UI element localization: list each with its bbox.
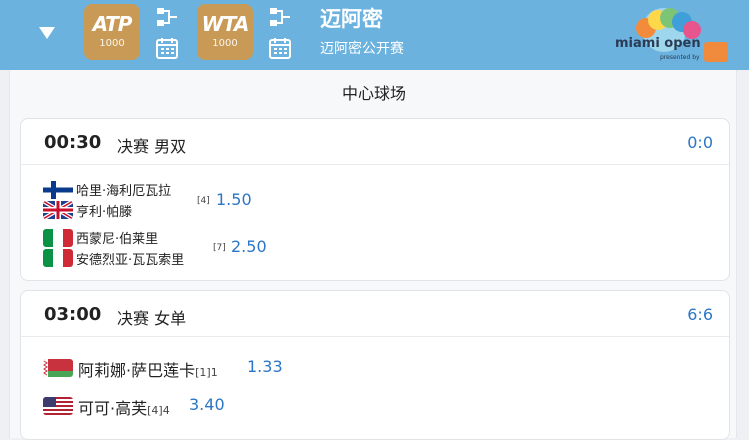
belarus-flag-icon <box>43 359 73 377</box>
odds-value[interactable]: 2.50 <box>231 237 267 256</box>
player-seed: [4] <box>197 196 210 206</box>
atp-1000-badge[interactable]: ATP 1000 <box>84 4 140 60</box>
uk-flag-icon <box>43 201 73 219</box>
top-header: ATP 1000 WTA 1000 迈阿密 迈阿密公开赛 miami open … <box>0 0 749 70</box>
match-score: 0:0 <box>687 133 713 152</box>
wta-1000-badge[interactable]: WTA 1000 <box>197 4 253 60</box>
logo-text: miami open <box>615 36 701 51</box>
match-score: 6:6 <box>687 305 713 324</box>
bracket-icon[interactable] <box>268 6 292 30</box>
chevron-down-icon[interactable] <box>36 22 58 44</box>
court-name: 中心球场 <box>341 84 406 103</box>
odds-value[interactable]: 3.40 <box>189 395 225 414</box>
player-name: 亨利·帕滕 <box>76 205 133 220</box>
match-card[interactable]: 03:00 决赛 女单 6:6 阿莉娜·萨巴莲卡[1]1 1.33 可可·高芙[… <box>20 290 730 440</box>
logo-presented-text: presented by <box>660 54 700 61</box>
player-name: 可可·高芙[4]4 <box>78 395 170 419</box>
match-time: 03:00 <box>44 304 102 325</box>
match-header: 03:00 决赛 女单 6:6 <box>21 291 729 337</box>
player-name-text: 阿莉娜·萨巴莲卡 <box>78 361 196 380</box>
odds-value[interactable]: 1.50 <box>216 190 252 209</box>
player-name: 哈里·海利厄瓦拉 <box>76 184 172 199</box>
italy-flag-icon <box>43 249 73 267</box>
atp-badge-sub: 1000 <box>99 38 125 49</box>
player-seed: [1] <box>195 366 211 379</box>
player-seed: [4] <box>147 404 163 417</box>
player-seed: [7] <box>213 243 226 253</box>
tournament-subtitle: 迈阿密公开赛 <box>320 41 404 57</box>
match-time: 00:30 <box>44 132 102 153</box>
atp-badge-label: ATP <box>92 12 133 36</box>
set-score: 4 <box>162 404 170 417</box>
match-header: 00:30 决赛 男双 0:0 <box>21 119 729 165</box>
calendar-icon[interactable] <box>268 36 292 60</box>
match-round: 决赛 男双 <box>117 137 187 156</box>
match-card[interactable]: 00:30 决赛 男双 0:0 哈里·海利厄瓦拉 亨利·帕滕 [4] 1.50 <box>20 118 730 281</box>
court-panel: 中心球场 00:30 决赛 男双 0:0 哈里·海利厄瓦拉 亨利·帕滕 [4] … <box>9 70 737 440</box>
match-round: 决赛 女单 <box>117 309 187 328</box>
usa-flag-icon <box>43 397 73 415</box>
set-score: 1 <box>210 366 218 379</box>
player-name: 阿莉娜·萨巴莲卡[1]1 <box>78 357 218 381</box>
wta-badge-sub: 1000 <box>212 38 238 49</box>
sponsor-logo <box>704 42 728 62</box>
wta-badge-label: WTA <box>201 12 250 36</box>
finland-flag-icon <box>43 181 73 199</box>
player-name: 西蒙尼·伯莱里 <box>76 232 159 247</box>
calendar-icon[interactable] <box>155 36 179 60</box>
italy-flag-icon <box>43 229 73 247</box>
bracket-icon[interactable] <box>155 6 179 30</box>
tournament-title: 迈阿密 <box>320 7 383 31</box>
odds-value[interactable]: 1.33 <box>247 357 283 376</box>
player-name: 安德烈亚·瓦瓦索里 <box>76 253 185 268</box>
player-name-text: 可可·高芙 <box>78 399 148 418</box>
